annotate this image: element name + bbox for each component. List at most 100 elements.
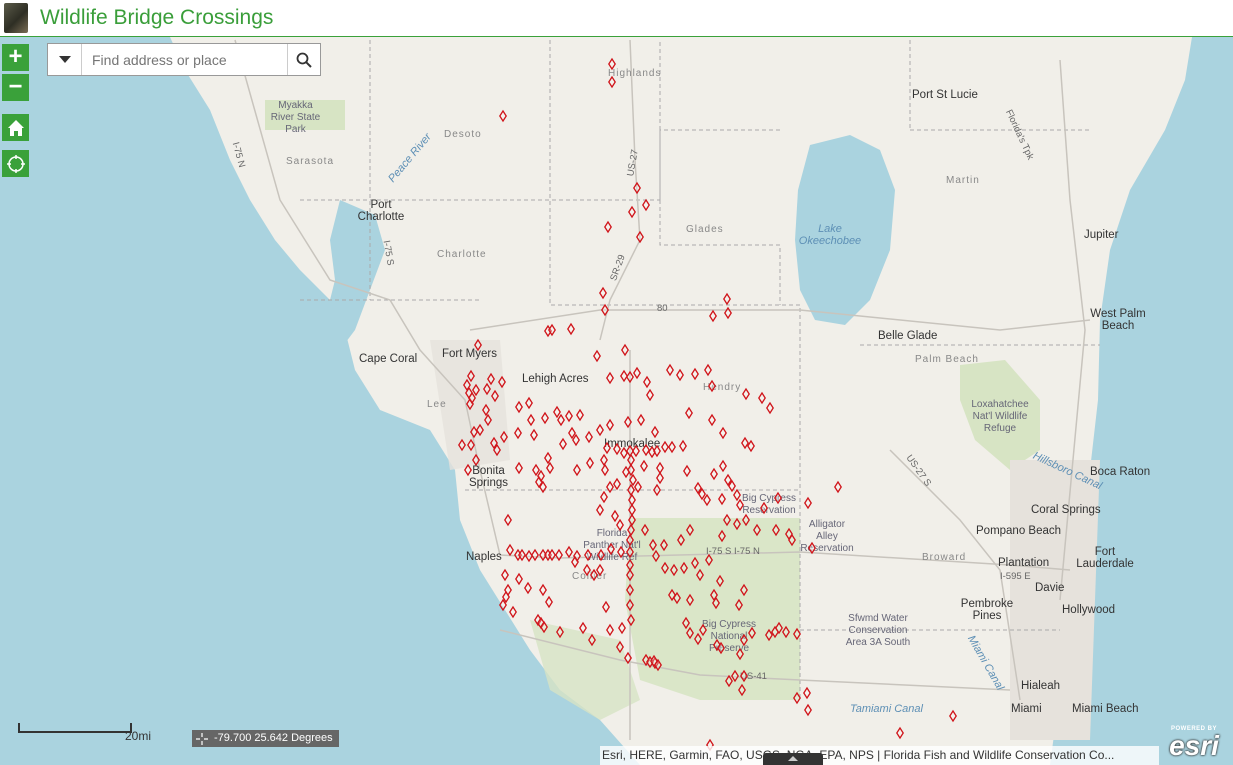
crossing-marker[interactable] — [586, 456, 594, 470]
map-attribution[interactable]: Esri, HERE, Garmin, FAO, USGS, NGA, EPA,… — [600, 746, 1159, 765]
zoom-in-button[interactable]: + — [2, 44, 29, 71]
crossing-marker[interactable] — [632, 444, 640, 458]
crossing-marker[interactable] — [576, 408, 584, 422]
crossing-marker[interactable] — [484, 413, 492, 427]
crossing-marker[interactable] — [691, 556, 699, 570]
crossing-marker[interactable] — [531, 548, 539, 562]
crossing-marker[interactable] — [718, 492, 726, 506]
crossing-marker[interactable] — [627, 613, 635, 627]
crossing-marker[interactable] — [653, 483, 661, 497]
crossing-marker[interactable] — [686, 626, 694, 640]
crossing-marker[interactable] — [724, 306, 732, 320]
crossing-marker[interactable] — [670, 563, 678, 577]
crossing-marker[interactable] — [666, 363, 674, 377]
search-button[interactable] — [287, 44, 320, 75]
crossing-marker[interactable] — [719, 459, 727, 473]
crossing-marker[interactable] — [585, 430, 593, 444]
crossing-marker[interactable] — [525, 549, 533, 563]
crossing-marker[interactable] — [725, 674, 733, 688]
crossing-marker[interactable] — [611, 509, 619, 523]
crossing-marker[interactable] — [696, 568, 704, 582]
crossing-marker[interactable] — [808, 541, 816, 555]
crossing-marker[interactable] — [708, 379, 716, 393]
crossing-marker[interactable] — [626, 583, 634, 597]
crossing-marker[interactable] — [896, 726, 904, 740]
crossing-marker[interactable] — [719, 426, 727, 440]
crossing-marker[interactable] — [555, 548, 563, 562]
crossing-marker[interactable] — [487, 372, 495, 386]
crossing-marker[interactable] — [704, 363, 712, 377]
crossing-marker[interactable] — [643, 375, 651, 389]
crossing-marker[interactable] — [506, 543, 514, 557]
crossing-marker[interactable] — [499, 109, 507, 123]
crossing-marker[interactable] — [472, 383, 480, 397]
crossing-marker[interactable] — [541, 411, 549, 425]
crossing-marker[interactable] — [626, 545, 634, 559]
crossing-marker[interactable] — [559, 437, 567, 451]
crossing-marker[interactable] — [620, 369, 628, 383]
crossing-marker[interactable] — [524, 581, 532, 595]
crossing-marker[interactable] — [738, 683, 746, 697]
crossing-marker[interactable] — [530, 428, 538, 442]
crossing-marker[interactable] — [716, 574, 724, 588]
crossing-marker[interactable] — [677, 533, 685, 547]
crossing-marker[interactable] — [627, 453, 635, 467]
crossing-marker[interactable] — [515, 400, 523, 414]
crossing-marker[interactable] — [949, 709, 957, 723]
crossing-marker[interactable] — [718, 529, 726, 543]
crossing-marker[interactable] — [565, 545, 573, 559]
crossing-marker[interactable] — [467, 369, 475, 383]
crossing-marker[interactable] — [634, 480, 642, 494]
crossing-marker[interactable] — [626, 370, 634, 384]
crossing-marker[interactable] — [590, 568, 598, 582]
crossing-marker[interactable] — [723, 292, 731, 306]
crossing-marker[interactable] — [546, 461, 554, 475]
crossing-marker[interactable] — [766, 401, 774, 415]
crossing-marker[interactable] — [593, 349, 601, 363]
crossing-marker[interactable] — [633, 366, 641, 380]
crossing-marker[interactable] — [774, 491, 782, 505]
crossing-marker[interactable] — [626, 533, 634, 547]
crossing-marker[interactable] — [628, 513, 636, 527]
home-button[interactable] — [2, 114, 29, 141]
crossing-marker[interactable] — [483, 382, 491, 396]
crossing-marker[interactable] — [747, 439, 755, 453]
crossing-marker[interactable] — [683, 464, 691, 478]
search-input[interactable] — [82, 44, 287, 75]
crossing-marker[interactable] — [567, 322, 575, 336]
crossing-marker[interactable] — [544, 451, 552, 465]
crossing-marker[interactable] — [608, 75, 616, 89]
crossing-marker[interactable] — [782, 625, 790, 639]
crossing-marker[interactable] — [804, 496, 812, 510]
crossing-marker[interactable] — [793, 627, 801, 641]
crossing-marker[interactable] — [600, 453, 608, 467]
crossing-marker[interactable] — [694, 632, 702, 646]
crossing-marker[interactable] — [699, 623, 707, 637]
crossing-marker[interactable] — [740, 633, 748, 647]
crossing-marker[interactable] — [758, 391, 766, 405]
crossing-marker[interactable] — [458, 438, 466, 452]
crossing-marker[interactable] — [748, 626, 756, 640]
crossing-marker[interactable] — [573, 463, 581, 477]
crossing-marker[interactable] — [642, 443, 650, 457]
crossing-marker[interactable] — [602, 600, 610, 614]
crossing-marker[interactable] — [703, 493, 711, 507]
crossing-marker[interactable] — [621, 343, 629, 357]
crossing-marker[interactable] — [627, 523, 635, 537]
crossing-marker[interactable] — [668, 440, 676, 454]
crossing-marker[interactable] — [464, 463, 472, 477]
crossing-marker[interactable] — [548, 548, 556, 562]
crossing-marker[interactable] — [616, 518, 624, 532]
crossing-marker[interactable] — [637, 413, 645, 427]
crossing-marker[interactable] — [626, 568, 634, 582]
crossing-marker[interactable] — [624, 651, 632, 665]
crossing-marker[interactable] — [474, 338, 482, 352]
crossing-marker[interactable] — [686, 593, 694, 607]
crossing-marker[interactable] — [500, 430, 508, 444]
crossing-marker[interactable] — [686, 523, 694, 537]
crossing-marker[interactable] — [646, 388, 654, 402]
crossing-marker[interactable] — [633, 181, 641, 195]
crossing-marker[interactable] — [640, 459, 648, 473]
crossing-marker[interactable] — [603, 441, 611, 455]
crossing-marker[interactable] — [588, 633, 596, 647]
